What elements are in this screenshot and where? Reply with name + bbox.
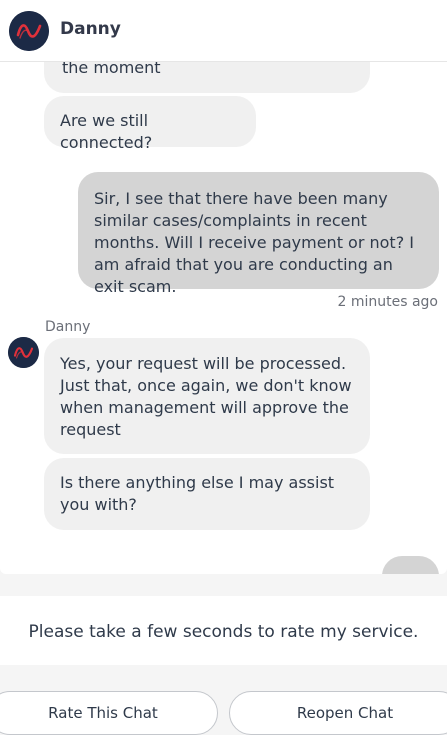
message-text: Is there anything else I may assist you … — [60, 473, 335, 514]
message-text: Are we still connected? — [60, 111, 153, 152]
user-message: Sir, I see that there have been many sim… — [78, 172, 439, 296]
rating-prompt-panel: Please take a few seconds to rate my ser… — [0, 596, 447, 665]
chat-header: Danny — [0, 0, 447, 62]
agent-message: Is there anything else I may assist you … — [44, 458, 370, 530]
rate-chat-button[interactable]: Rate This Chat — [0, 691, 218, 735]
agent-name: Danny — [60, 19, 121, 39]
agent-message: Are we still connected? — [44, 96, 256, 152]
reopen-chat-button[interactable]: Reopen Chat — [229, 691, 447, 735]
chat-window: Danny the moment Are we still connected?… — [0, 0, 447, 574]
message-text: Yes, your request will be processed. Jus… — [60, 354, 352, 439]
rating-prompt: Please take a few seconds to rate my ser… — [28, 622, 419, 642]
agent-message: Yes, your request will be processed. Jus… — [44, 338, 370, 454]
message-timestamp: 2 minutes ago — [337, 294, 438, 310]
message-text: Sir, I see that there have been many sim… — [94, 189, 414, 296]
user-message — [382, 556, 439, 574]
sender-name: Danny — [45, 319, 91, 335]
danny-logo-icon — [9, 11, 49, 51]
danny-logo-icon — [8, 337, 39, 368]
